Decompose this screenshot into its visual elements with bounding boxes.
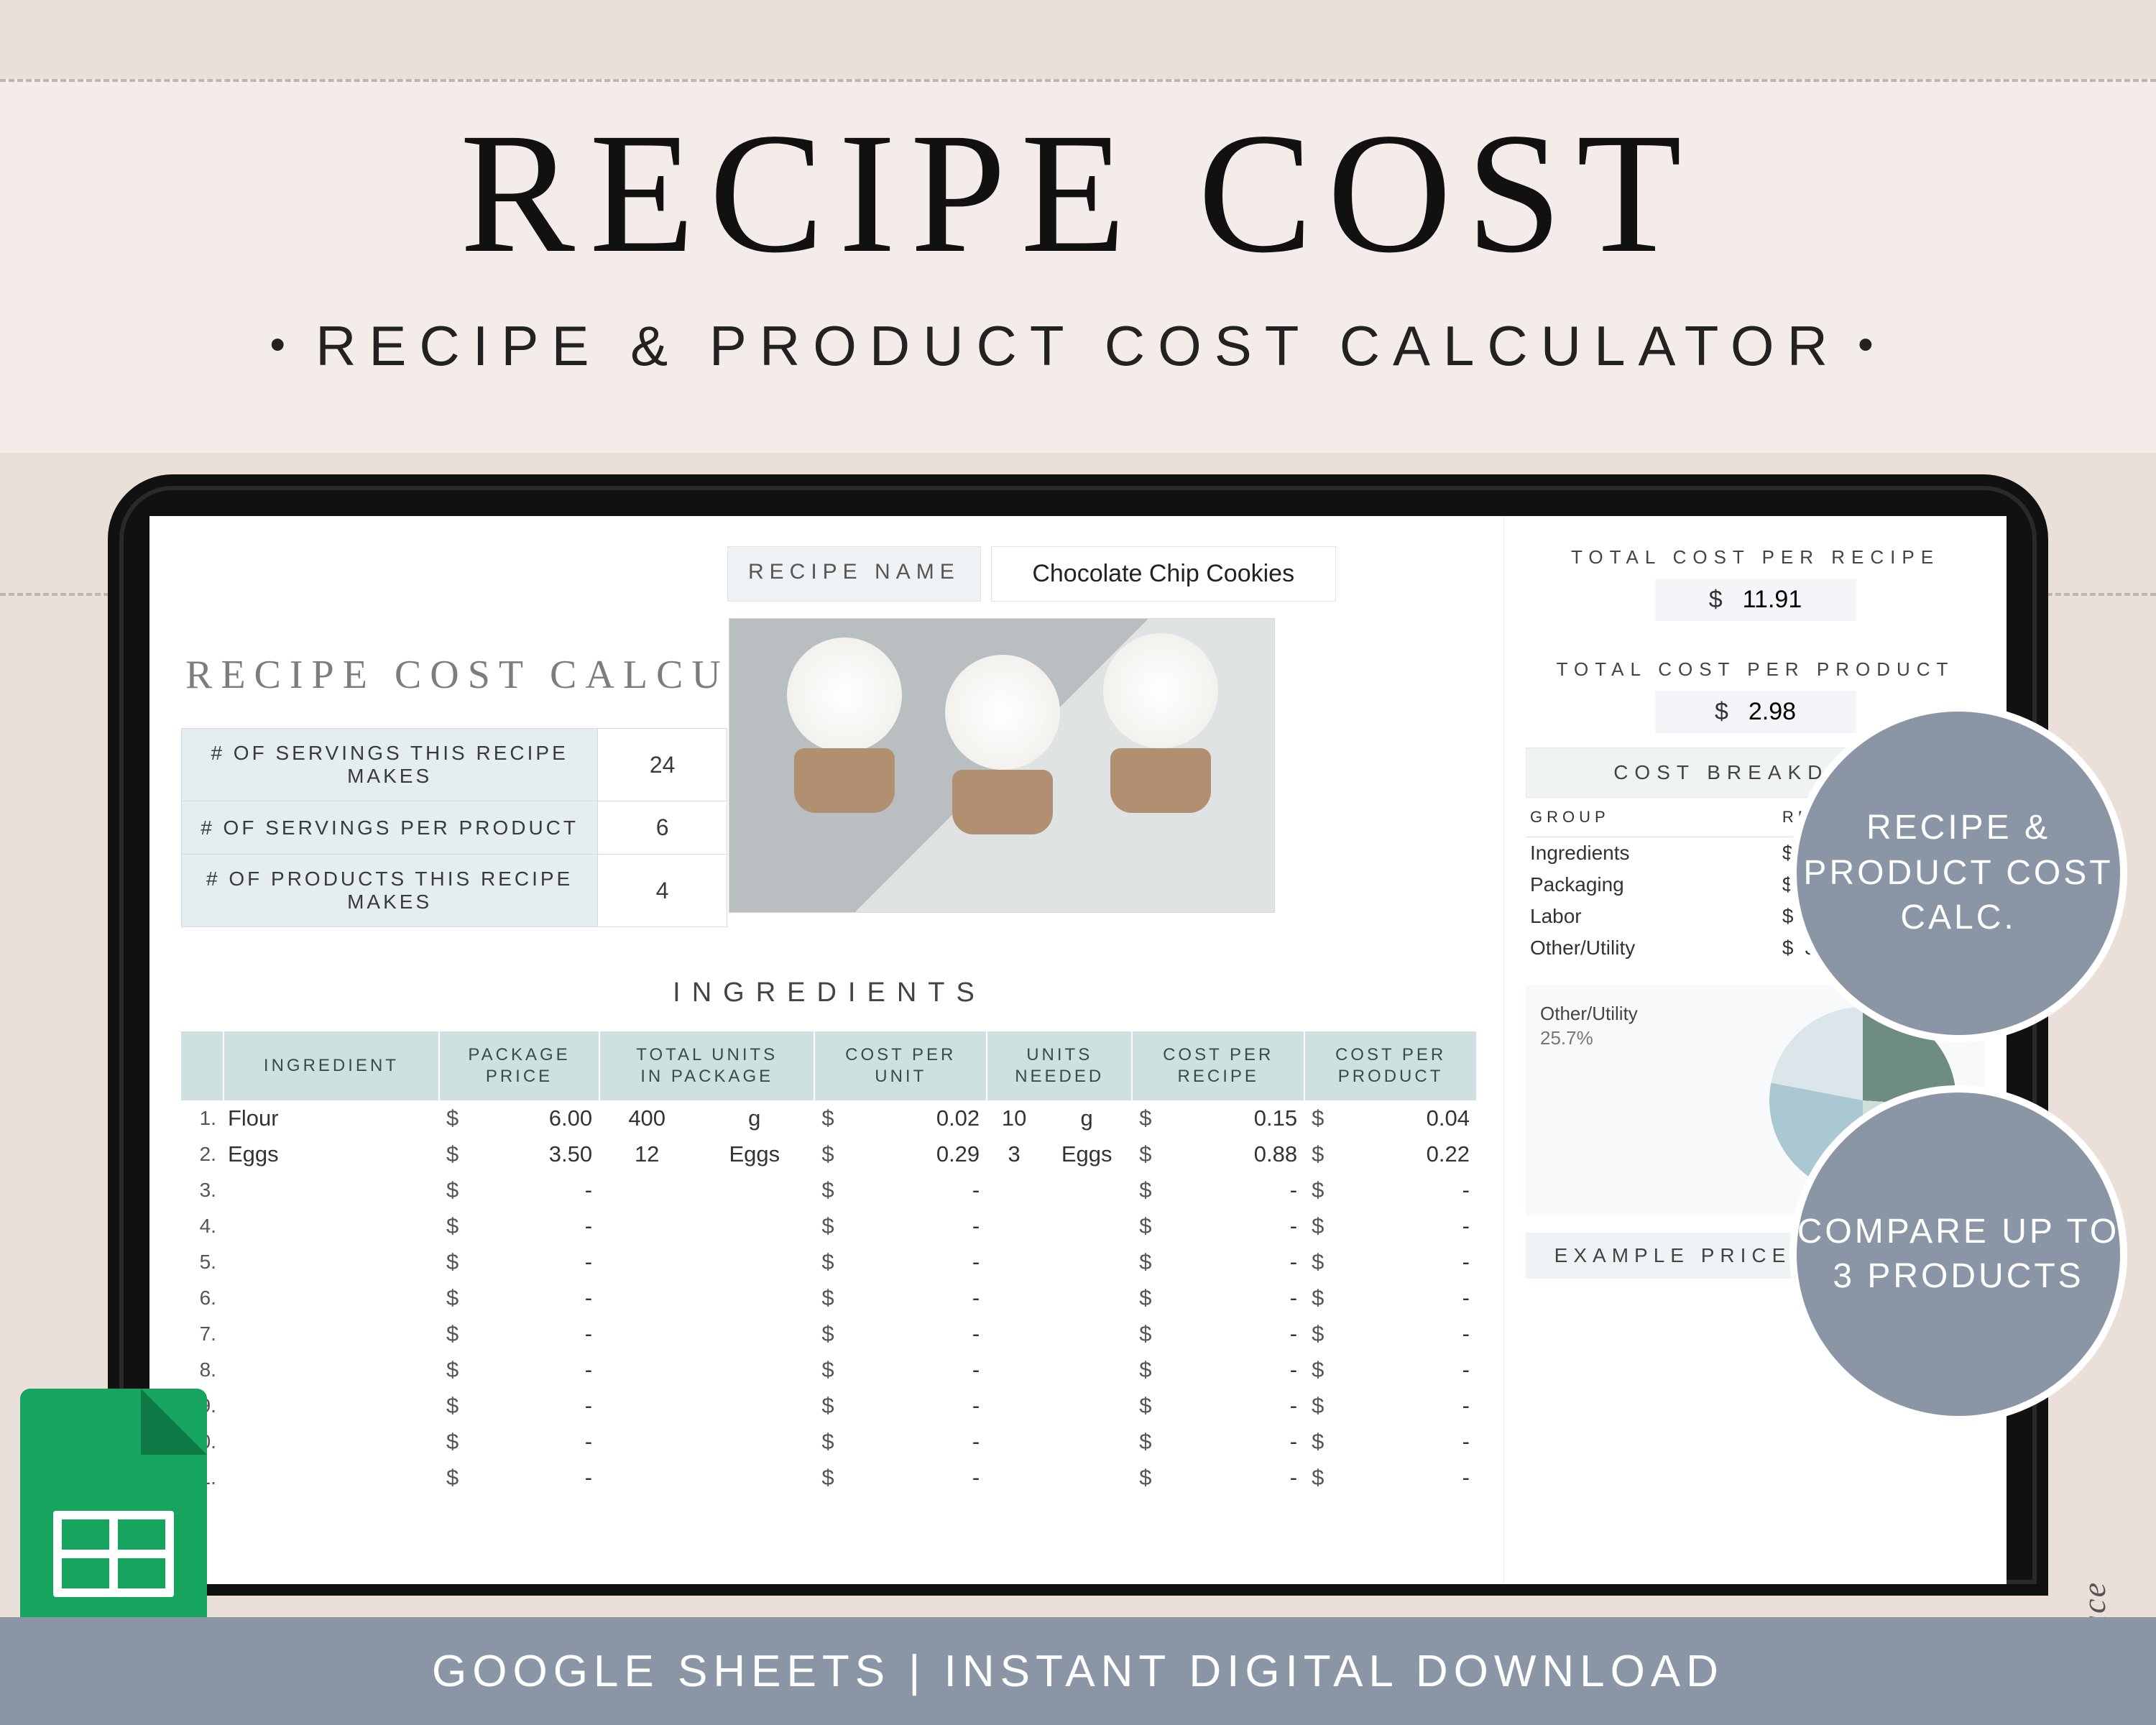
ingredient-row[interactable]: 10. $- $- $- $- xyxy=(181,1424,1477,1460)
hero-subtitle: •RECIPE & PRODUCT COST CALCULATOR• xyxy=(0,313,2156,379)
spreadsheet-screen: RECIPE NAME Chocolate Chip Cookies RECIP… xyxy=(149,516,2007,1584)
pie-slice-pct: 25.7% xyxy=(1540,1027,1593,1049)
h-ingredient: INGREDIENT xyxy=(224,1031,439,1100)
hero-title: RECIPE COST xyxy=(0,93,2156,292)
servings-label: # OF PRODUCTS THIS RECIPE MAKES xyxy=(182,855,598,927)
hero: RECIPE COST •RECIPE & PRODUCT COST CALCU… xyxy=(0,93,2156,379)
ingredient-row[interactable]: 4. $- $- $- $- xyxy=(181,1208,1477,1244)
ingredient-row[interactable]: 1. Flour $6.00 400 g $0.02 10 g $0.15 $0… xyxy=(181,1100,1477,1136)
footer-banner: GOOGLE SHEETS | INSTANT DIGITAL DOWNLOAD xyxy=(0,1617,2156,1725)
monitor-frame: RECIPE NAME Chocolate Chip Cookies RECIP… xyxy=(108,474,2048,1596)
badge-compare: COMPARE UP TO 3 PRODUCTS xyxy=(1789,1085,2127,1423)
servings-label: # OF SERVINGS THIS RECIPE MAKES xyxy=(182,729,598,801)
total-per-product-value: $2.98 xyxy=(1655,691,1856,733)
servings-value[interactable]: 6 xyxy=(598,801,727,855)
breakdown-col-group: GROUP xyxy=(1526,798,1778,837)
ingredient-row[interactable]: 2. Eggs $3.50 12 Eggs $0.29 3 Eggs $0.88… xyxy=(181,1136,1477,1172)
total-per-recipe-label: TOTAL COST PER RECIPE xyxy=(1526,546,1985,569)
ingredient-row[interactable]: 3. $- $- $- $- xyxy=(181,1172,1477,1208)
ingredient-row[interactable]: 7. $- $- $- $- xyxy=(181,1316,1477,1352)
servings-value[interactable]: 4 xyxy=(598,855,727,927)
recipe-name-label: RECIPE NAME xyxy=(727,546,981,602)
total-per-recipe-value: $11.91 xyxy=(1655,579,1856,621)
servings-label: # OF SERVINGS PER PRODUCT xyxy=(182,801,598,855)
h-cost-product: COST PERPRODUCT xyxy=(1304,1031,1477,1100)
ingredient-row[interactable]: 5. $- $- $- $- xyxy=(181,1244,1477,1280)
ingredient-row[interactable]: 11. $- $- $- $- xyxy=(181,1460,1477,1496)
ingredient-row[interactable]: 8. $- $- $- $- xyxy=(181,1352,1477,1388)
badge-cost-calc: RECIPE & PRODUCT COST CALC. xyxy=(1789,704,2127,1042)
ingredients-table: INGREDIENT PACKAGEPRICE TOTAL UNITSIN PA… xyxy=(181,1031,1478,1496)
h-cost-unit: COST PERUNIT xyxy=(814,1031,987,1100)
h-cost-recipe: COST PERRECIPE xyxy=(1132,1031,1304,1100)
total-per-product-label: TOTAL COST PER PRODUCT xyxy=(1526,658,1985,681)
recipe-name-input[interactable]: Chocolate Chip Cookies xyxy=(991,546,1336,602)
h-units-pkg: TOTAL UNITSIN PACKAGE xyxy=(599,1031,814,1100)
recipe-photo xyxy=(729,618,1275,913)
servings-value[interactable]: 24 xyxy=(598,729,727,801)
h-pkg-price: PACKAGEPRICE xyxy=(439,1031,599,1100)
ingredient-row[interactable]: 9. $- $- $- $- xyxy=(181,1388,1477,1424)
example-price-label: EXAMPLE PRICE xyxy=(1526,1233,1820,1279)
google-sheets-icon xyxy=(20,1389,207,1633)
pie-slice-label: Other/Utility xyxy=(1540,1003,1638,1025)
ingredients-heading: INGREDIENTS xyxy=(181,978,1478,1008)
ingredient-row[interactable]: 6. $- $- $- $- xyxy=(181,1280,1477,1316)
h-units-needed: UNITSNEEDED xyxy=(987,1031,1132,1100)
servings-table: # OF SERVINGS THIS RECIPE MAKES24# OF SE… xyxy=(181,728,727,927)
